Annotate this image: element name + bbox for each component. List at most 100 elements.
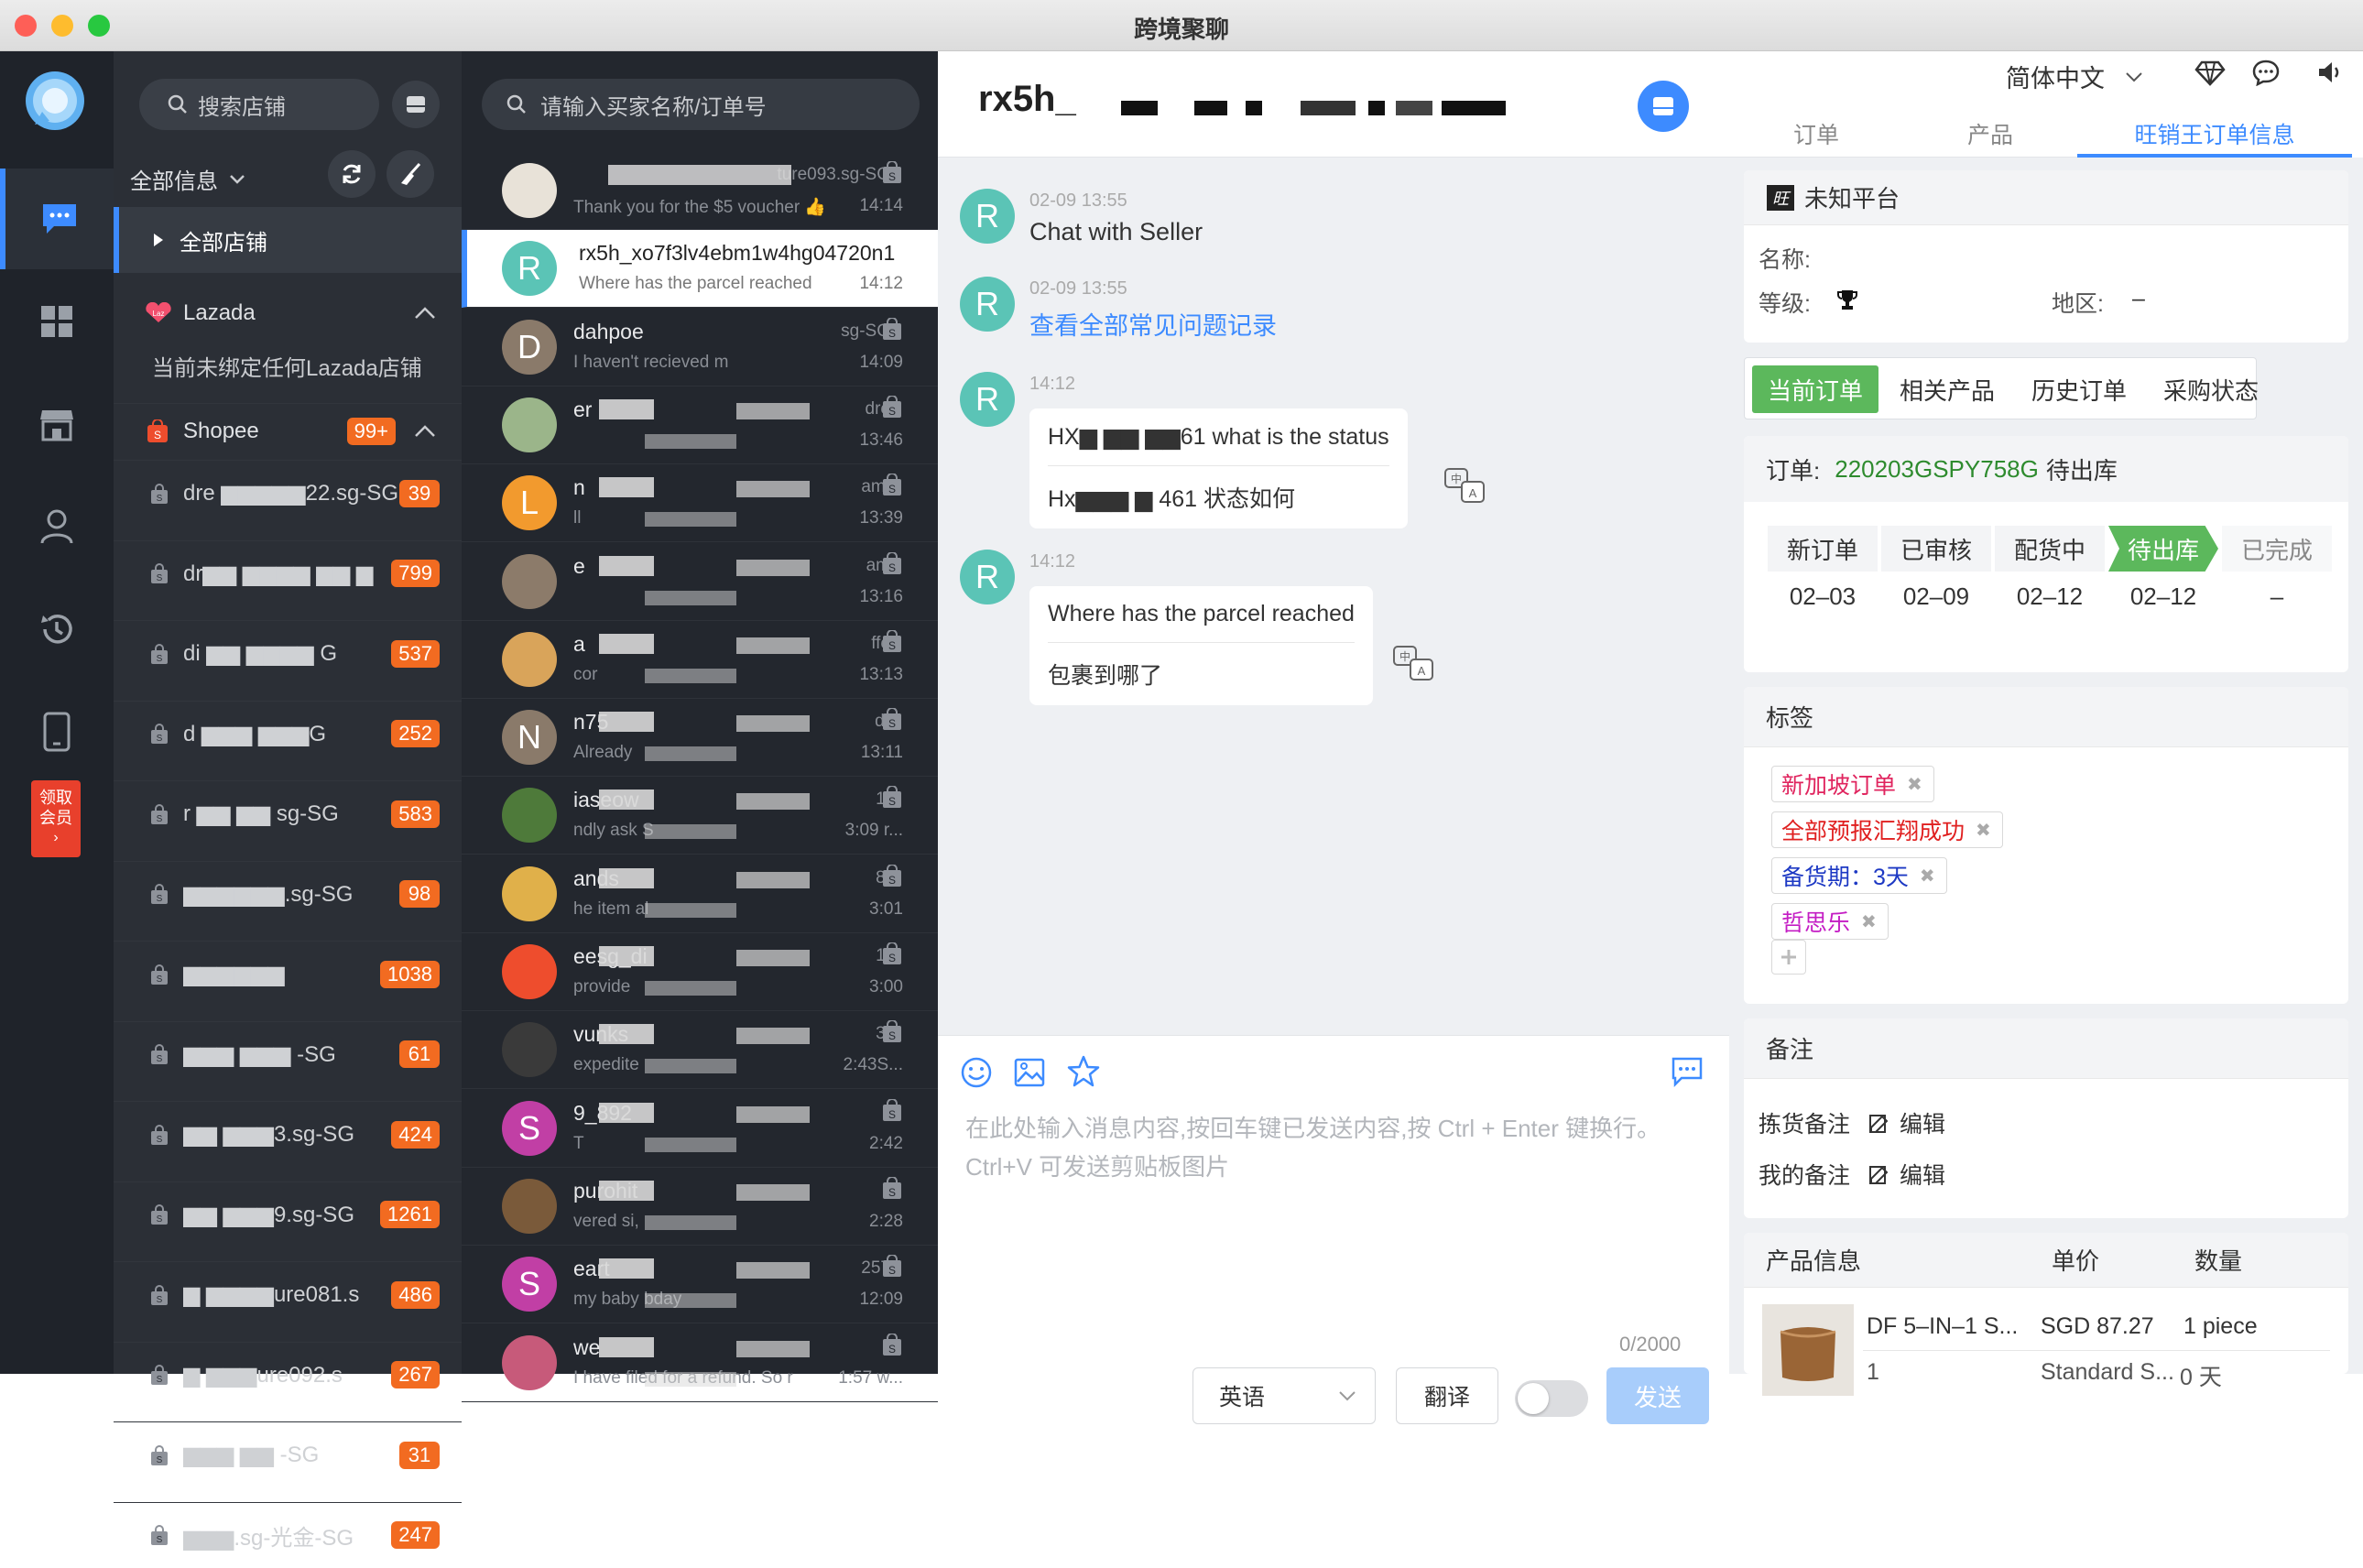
store-item[interactable]: S ▆ ▆▆▆ure092.s 267 bbox=[114, 1341, 462, 1408]
store-item[interactable]: S ▆▆▆▆▆▆.sg-SG 98 bbox=[114, 860, 462, 927]
subtab-purchase-status[interactable]: 采购状态 bbox=[2148, 365, 2274, 413]
quick-reply-icon[interactable] bbox=[1671, 1056, 1704, 1087]
store-item[interactable]: S ▆▆▆.sg-光金-SG 247 bbox=[114, 1501, 462, 1568]
edit-note-button[interactable]: 编辑 bbox=[1868, 1158, 1945, 1191]
store-item[interactable]: S ▆▆ ▆▆▆9.sg-SG 1261 bbox=[114, 1181, 462, 1247]
store-manage-button[interactable] bbox=[392, 81, 440, 128]
chat-item[interactable]: Thank you for the $5 voucher 👍 ture093.sg… bbox=[462, 152, 938, 230]
buyer-avatar bbox=[502, 1334, 557, 1390]
order-tag-label: 全部预报汇翔成功 bbox=[1781, 819, 1966, 844]
image-icon[interactable] bbox=[1013, 1056, 1046, 1089]
product-thumbnail[interactable] bbox=[1762, 1304, 1854, 1396]
chat-item[interactable]: Rrx5h_xo7f3lv4ebm1w4hg04720n1 Where has t… bbox=[462, 230, 938, 309]
language-select[interactable]: 简体中文 bbox=[2006, 59, 2143, 94]
info-filter-dropdown[interactable]: 全部信息 bbox=[130, 163, 245, 195]
redacted-text bbox=[736, 402, 810, 419]
buyer-search[interactable]: 请输入买家名称/订单号 bbox=[482, 79, 920, 130]
history-nav[interactable] bbox=[0, 579, 114, 680]
chat-item[interactable]: er dre 13:46 S bbox=[462, 387, 938, 464]
message-bubble-icon[interactable] bbox=[2251, 59, 2281, 86]
messages-nav[interactable] bbox=[0, 169, 114, 269]
auto-translate-toggle[interactable] bbox=[1515, 1380, 1588, 1417]
message-input[interactable]: 在此处输入消息内容,按回车键已发送内容,按 Ctrl + Enter 键换行。C… bbox=[965, 1109, 1707, 1186]
store-item[interactable]: Sdr▆▆ ▆▆▆▆ ▆▆ ▆ 799 bbox=[114, 539, 462, 606]
clean-button[interactable] bbox=[387, 150, 434, 198]
order-step: 已完成 bbox=[2222, 526, 2332, 572]
chat-list-panel: 请输入买家名称/订单号 Thank you for the $5 voucher… bbox=[462, 51, 938, 1402]
shopee-group[interactable]: S Shopee 99+ bbox=[114, 403, 462, 458]
faq-history-link[interactable]: 查看全部常见问题记录 bbox=[1029, 306, 1277, 342]
send-button[interactable]: 发送 bbox=[1606, 1367, 1709, 1424]
shop-info-button[interactable] bbox=[1638, 81, 1689, 132]
chat-time: 3:01 bbox=[869, 898, 903, 919]
product-divider bbox=[1863, 1350, 2330, 1351]
remove-tag-icon[interactable]: ✖ bbox=[1920, 865, 1935, 887]
buyer-avatar: D bbox=[502, 319, 557, 375]
order-number[interactable]: 220203GSPY758G bbox=[1835, 455, 2039, 484]
store-item[interactable]: Sdre ▆▆▆▆▆22.sg-SG 39 bbox=[114, 460, 462, 526]
chat-item[interactable]: andshe item al8.3:01S bbox=[462, 855, 938, 933]
product-name[interactable]: DF 5–IN–1 S... bbox=[1867, 1313, 2018, 1340]
svg-text:A: A bbox=[1418, 664, 1426, 678]
chevron-down-icon bbox=[2126, 71, 2142, 82]
translate-button[interactable]: 翻译 bbox=[1396, 1367, 1498, 1424]
product-shipping: Standard S... bbox=[2041, 1359, 2174, 1385]
shopee-bag-icon: S bbox=[883, 1176, 901, 1199]
message-time: 14:12 bbox=[1029, 374, 1076, 394]
store-nav[interactable] bbox=[0, 374, 114, 474]
mobile-nav[interactable] bbox=[0, 681, 114, 782]
chat-item[interactable]: Ln ll amf 13:39 S bbox=[462, 464, 938, 543]
remove-tag-icon[interactable]: ✖ bbox=[1907, 773, 1922, 796]
emoji-icon[interactable] bbox=[960, 1056, 993, 1089]
redacted-text bbox=[645, 433, 736, 449]
chat-item[interactable]: Ddahpoe I haven't recieved m sg-SG 14:09 S bbox=[462, 309, 938, 387]
store-item[interactable]: S ▆▆ ▆▆▆3.sg-SG 424 bbox=[114, 1101, 462, 1167]
store-item[interactable]: S ▆ ▆▆▆▆ure081.s 486 bbox=[114, 1261, 462, 1327]
tab-wxw-order-info[interactable]: 旺销王订单信息 bbox=[2077, 108, 2352, 158]
store-item[interactable]: Sd ▆▆▆ ▆▆▆G 252 bbox=[114, 700, 462, 767]
vip-membership-button[interactable]: 领取 会员 › bbox=[31, 780, 81, 857]
store-search-placeholder: 搜索店铺 bbox=[198, 94, 286, 120]
all-stores-item[interactable]: 全部店铺 bbox=[114, 207, 462, 273]
tab-order[interactable]: 订单 bbox=[1729, 108, 1903, 158]
svg-text:S: S bbox=[888, 405, 896, 418]
chat-item[interactable]: S9_892T2:42S bbox=[462, 1090, 938, 1168]
refresh-button[interactable] bbox=[328, 150, 376, 198]
store-item[interactable]: Sdi ▆▆ ▆▆▆▆ G 537 bbox=[114, 620, 462, 686]
store-item[interactable]: Sr ▆▆ ▆▆ sg-SG 583 bbox=[114, 780, 462, 846]
remove-tag-icon[interactable]: ✖ bbox=[1861, 910, 1877, 933]
store-unread-badge: 39 bbox=[399, 479, 440, 507]
target-language-select[interactable]: 英语 bbox=[1192, 1367, 1376, 1424]
add-tag-button[interactable] bbox=[1771, 940, 1806, 975]
dashboard-nav[interactable] bbox=[0, 271, 114, 372]
chat-item[interactable]: Nn75 Already dr 13:11 S bbox=[462, 699, 938, 778]
store-item[interactable]: S ▆▆▆▆▆▆ 1038 bbox=[114, 941, 462, 1007]
remove-tag-icon[interactable]: ✖ bbox=[1976, 819, 1991, 842]
shopee-bag-icon: S bbox=[883, 942, 901, 964]
chat-item[interactable]: iaseowndly ask S1.3:09 r...S bbox=[462, 777, 938, 855]
order-step-date: – bbox=[2270, 583, 2284, 610]
chat-item[interactable]: eesg_diprovide1.3:00S bbox=[462, 933, 938, 1011]
subtab-related-products[interactable]: 相关产品 bbox=[1884, 365, 2010, 413]
edit-note-button[interactable]: 编辑 bbox=[1868, 1106, 1945, 1139]
chat-item[interactable]: Seart my baby bday 257 12:09 S bbox=[462, 1246, 938, 1324]
store-item[interactable]: S ▆▆▆ ▆▆▆ -SG 61 bbox=[114, 1020, 462, 1087]
diamond-icon[interactable] bbox=[2194, 60, 2226, 86]
chat-item[interactable]: weI have filed for a refund. So r1:57 w.… bbox=[462, 1324, 938, 1402]
store-item[interactable]: S ▆▆▆ ▆▆ -SG 31 bbox=[114, 1421, 462, 1487]
star-icon[interactable] bbox=[1066, 1054, 1101, 1089]
chat-item[interactable]: a cor ffe 13:13 S bbox=[462, 621, 938, 699]
lazada-group[interactable]: Laz Lazada bbox=[114, 288, 462, 339]
redacted-text bbox=[736, 481, 810, 498]
conversation-panel: rx5h_ R 02-09 13:55 Chat with Seller R 02-09… bbox=[938, 51, 1729, 1424]
store-name: ▆▆▆▆▆▆.sg-SG bbox=[183, 881, 354, 907]
speaker-icon[interactable] bbox=[2317, 60, 2345, 84]
store-search[interactable]: 搜索店铺 bbox=[139, 79, 379, 130]
user-nav[interactable] bbox=[0, 476, 114, 577]
chat-item[interactable]: vunksexpedite3.2:43S...S bbox=[462, 1011, 938, 1090]
chat-item[interactable]: purohitvered si,2:28S bbox=[462, 1168, 938, 1246]
subtab-current-order[interactable]: 当前订单 bbox=[1752, 365, 1878, 413]
tab-product[interactable]: 产品 bbox=[1903, 108, 2077, 158]
subtab-order-history[interactable]: 历史订单 bbox=[2016, 365, 2142, 413]
chat-item[interactable]: e am 13:16 S bbox=[462, 543, 938, 621]
